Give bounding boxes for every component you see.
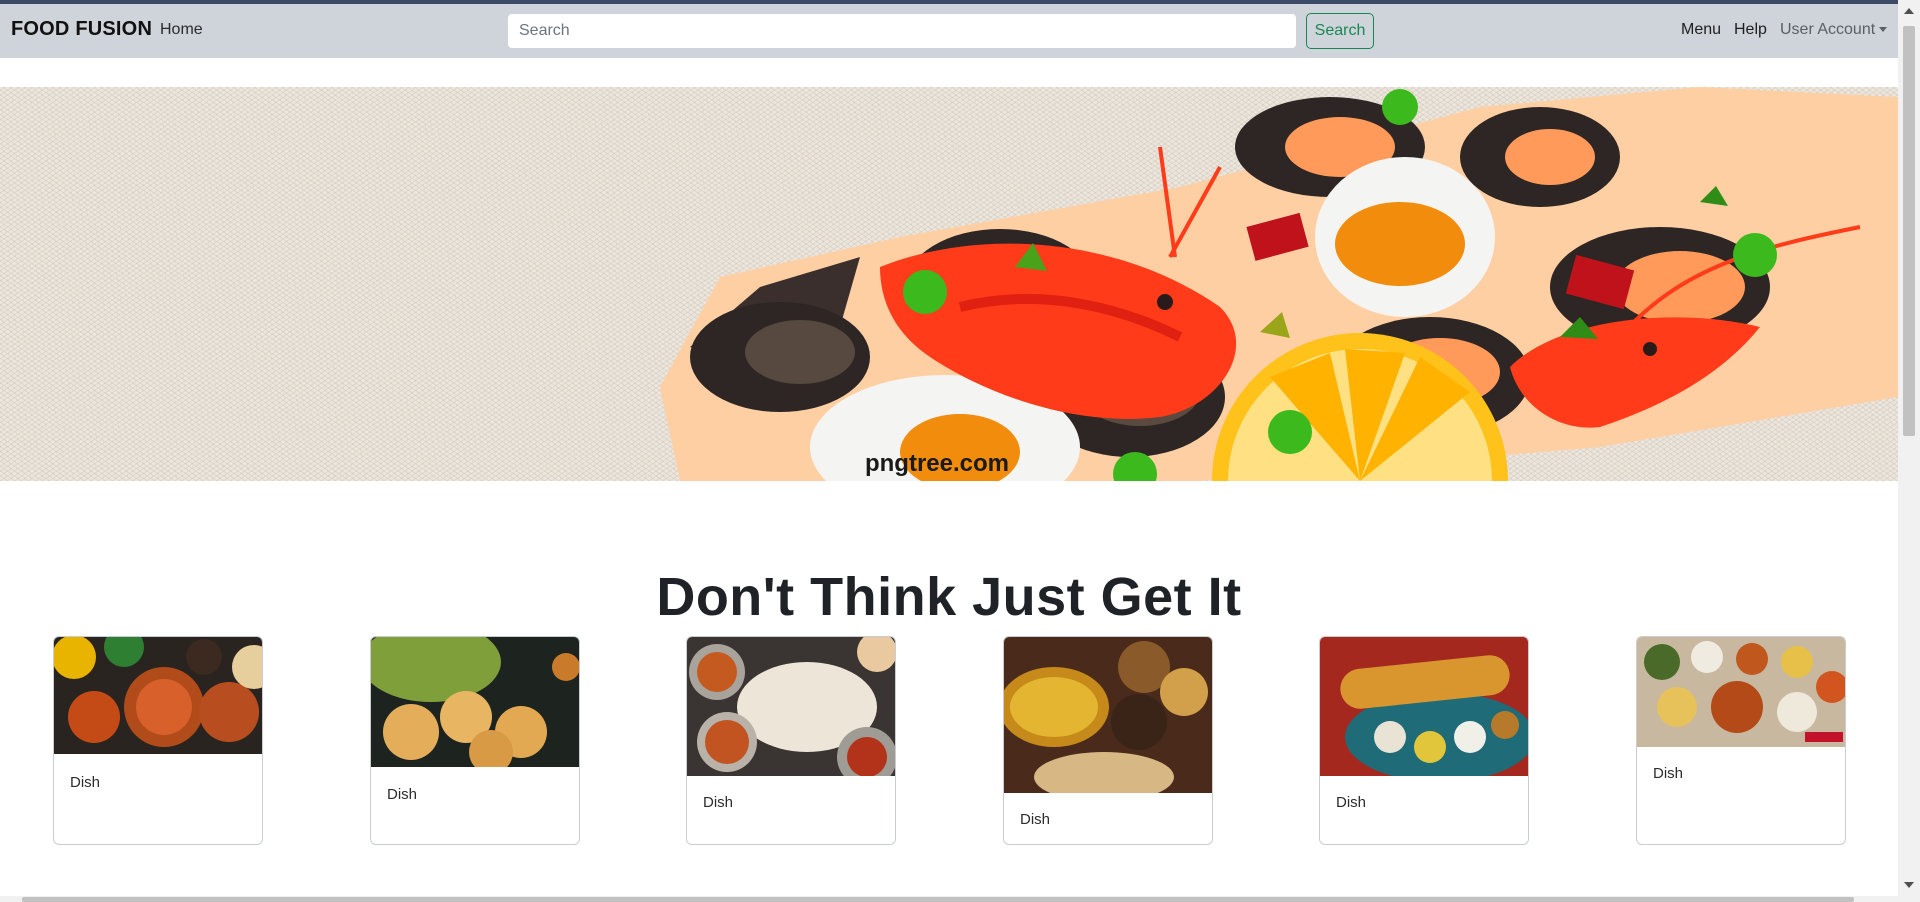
dish-image [1004,637,1212,793]
scrollbar-thumb[interactable] [1903,26,1915,436]
dish-card[interactable]: Dish [53,636,263,845]
section-heading: Don't Think Just Get It [656,567,1242,628]
user-account-dropdown[interactable]: User Account [1780,21,1888,39]
dish-label: Dish [70,774,101,791]
dish-image [54,637,262,754]
dish-image [687,637,895,776]
dish-card[interactable]: Dish [686,636,896,845]
nav-link-home[interactable]: Home [160,21,203,39]
dish-label: Dish [387,786,418,803]
navbar: FOOD FUSION Home Search Menu Help User A… [0,4,1898,58]
horizontal-scrollbar-thumb[interactable] [22,897,1854,902]
horizontal-scrollbar[interactable] [0,896,1898,902]
dish-card[interactable]: Dish [1319,636,1529,845]
nav-link-help[interactable]: Help [1734,21,1767,39]
scroll-down-icon[interactable] [1904,882,1914,888]
watermark-text: pngtree.com [865,450,1009,477]
vertical-scrollbar[interactable] [1898,0,1920,902]
dish-image [1637,637,1845,747]
dish-label: Dish [1336,794,1367,811]
dish-image [371,637,579,767]
user-account-label: User Account [1780,21,1876,38]
dish-card[interactable]: Dish [1636,636,1846,845]
brand-logo[interactable]: FOOD FUSION [11,18,152,41]
dish-card[interactable]: Dish [1003,636,1213,845]
nav-link-menu[interactable]: Menu [1681,21,1721,39]
dish-label: Dish [703,794,734,811]
dish-card[interactable]: Dish [370,636,580,845]
scroll-up-icon[interactable] [1904,8,1914,14]
search-button[interactable]: Search [1306,13,1374,49]
search-input[interactable] [507,13,1297,49]
hero-banner: pngtree.com [0,87,1898,481]
dish-label: Dish [1020,811,1051,828]
dish-label: Dish [1653,765,1684,782]
dish-image [1320,637,1528,776]
seafood-illustration: pngtree.com [660,87,1898,481]
caret-down-icon [1879,27,1888,33]
